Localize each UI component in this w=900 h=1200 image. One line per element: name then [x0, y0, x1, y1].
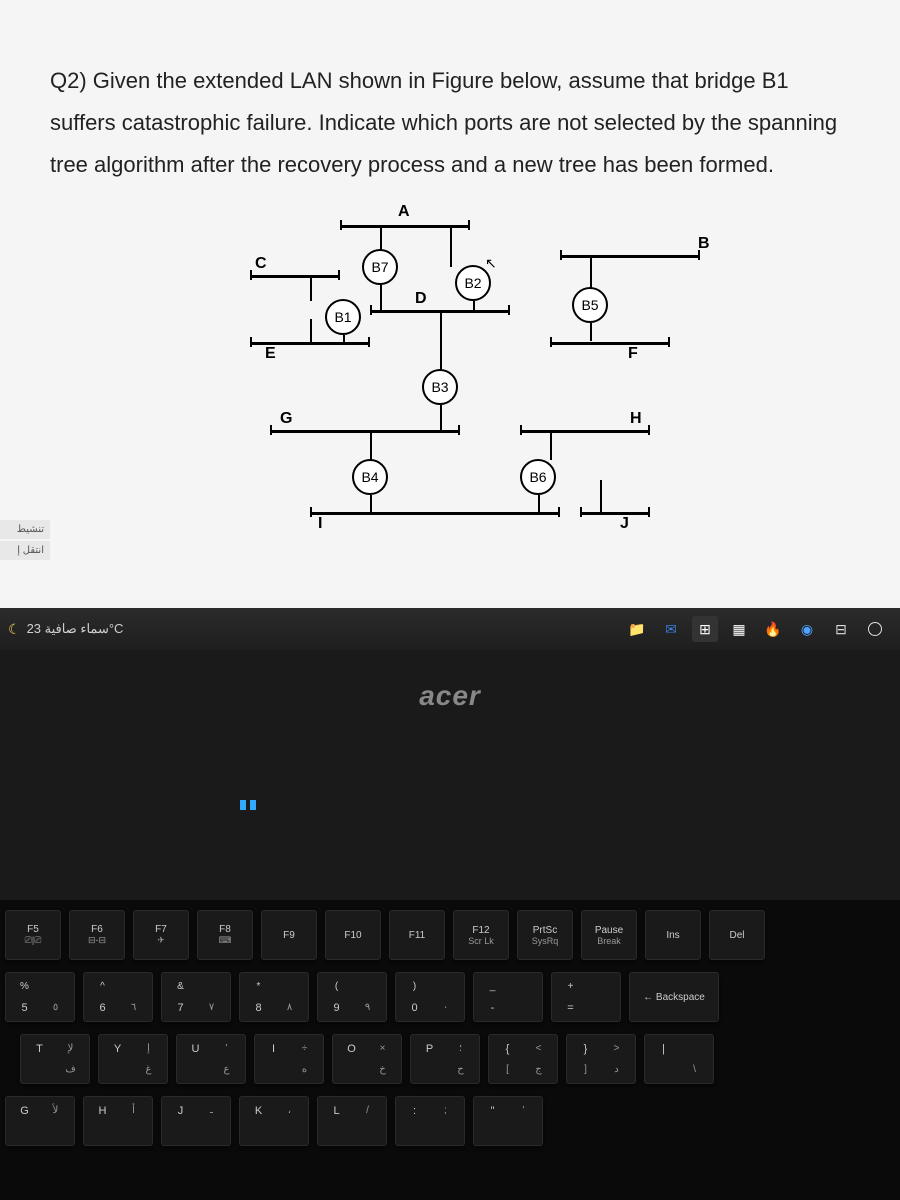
windows-taskbar[interactable]: ☾ سماء صافية 23°C 📁 ✉ ⊞ ▦ 🔥 ◉ ⊟: [0, 608, 900, 650]
key-pause[interactable]: PauseBreak: [581, 910, 637, 960]
key--[interactable]: _-: [473, 972, 543, 1022]
segment-label-f: F: [628, 345, 638, 363]
bridge-b1: B1: [325, 299, 361, 335]
app-icon[interactable]: ▦: [726, 616, 752, 642]
question-text: Q2) Given the extended LAN shown in Figu…: [50, 60, 850, 185]
key-i[interactable]: I÷ه: [254, 1034, 324, 1084]
segment-label-i: I: [318, 515, 322, 533]
task-view-icon[interactable]: ⊟: [828, 616, 854, 642]
key-ins[interactable]: Ins: [645, 910, 701, 960]
key-t[interactable]: Tلإف: [20, 1034, 90, 1084]
firefox-icon[interactable]: 🔥: [760, 616, 786, 642]
segment-label-a: A: [398, 203, 410, 221]
key-f7[interactable]: F7✈: [133, 910, 189, 960]
moon-icon: ☾: [8, 621, 21, 638]
lan-segment-c: [250, 275, 340, 278]
file-explorer-icon[interactable]: 📁: [624, 616, 650, 642]
segment-label-b: B: [698, 235, 710, 253]
key-5[interactable]: %5٥: [5, 972, 75, 1022]
segment-label-h: H: [630, 410, 642, 428]
key-del[interactable]: Del: [709, 910, 765, 960]
key-"[interactable]: "': [473, 1096, 543, 1146]
lan-segment-b: [560, 255, 700, 258]
key-k[interactable]: K،: [239, 1096, 309, 1146]
mouse-cursor: ↖: [485, 255, 497, 272]
key-g[interactable]: Gلأ: [5, 1096, 75, 1146]
key-{[interactable]: {<[ج: [488, 1034, 558, 1084]
key-backspace[interactable]: ← Backspace: [629, 972, 719, 1022]
segment-label-c: C: [255, 255, 267, 273]
key-f10[interactable]: F10: [325, 910, 381, 960]
bridge-b6: B6: [520, 459, 556, 495]
key-o[interactable]: O×خ: [332, 1034, 402, 1084]
keyboard: F5⎚|⎚F6⊟-⊟F7✈F8⌨F9F10F11F12Scr LkPrtScSy…: [0, 900, 900, 1200]
power-indicator: [240, 800, 256, 810]
lan-segment-g: [270, 430, 460, 433]
lan-segment-h: [520, 430, 650, 433]
lan-segment-i: [310, 512, 560, 515]
key-|[interactable]: |\: [644, 1034, 714, 1084]
key-f11[interactable]: F11: [389, 910, 445, 960]
sidebar-tab-1[interactable]: تنشيط: [0, 520, 50, 539]
document-screen: Q2) Given the extended LAN shown in Figu…: [0, 0, 900, 650]
segment-label-e: E: [265, 345, 276, 363]
key-y[interactable]: Yإغ: [98, 1034, 168, 1084]
network-diagram: A B B7 B2 ↖ B5 C D B1: [150, 215, 750, 565]
store-icon[interactable]: ⊞: [692, 616, 718, 642]
key-f5[interactable]: F5⎚|⎚: [5, 910, 61, 960]
key-0[interactable]: )0٠: [395, 972, 465, 1022]
key-6[interactable]: ^6٦: [83, 972, 153, 1022]
key-u[interactable]: U'ع: [176, 1034, 246, 1084]
key-l[interactable]: L/: [317, 1096, 387, 1146]
key-:[interactable]: :;: [395, 1096, 465, 1146]
key-f8[interactable]: F8⌨: [197, 910, 253, 960]
key-h[interactable]: Hأ: [83, 1096, 153, 1146]
bridge-b3: B3: [422, 369, 458, 405]
sidebar-tab-2[interactable]: انتقل إ: [0, 541, 50, 560]
bridge-b4: B4: [352, 459, 388, 495]
acer-logo: acer: [419, 680, 481, 712]
segment-label-g: G: [280, 410, 292, 428]
key-f6[interactable]: F6⊟-⊟: [69, 910, 125, 960]
weather-text: سماء صافية 23°C: [27, 621, 124, 637]
lan-segment-j: [580, 512, 650, 515]
mail-icon[interactable]: ✉: [658, 616, 684, 642]
cortana-icon[interactable]: [862, 616, 888, 642]
weather-widget[interactable]: ☾ سماء صافية 23°C: [8, 621, 123, 638]
key-f12[interactable]: F12Scr Lk: [453, 910, 509, 960]
key-f9[interactable]: F9: [261, 910, 317, 960]
sidebar-tabs: تنشيط انتقل إ: [0, 520, 50, 562]
key-j[interactable]: Jـ: [161, 1096, 231, 1146]
key-prtsc[interactable]: PrtScSysRq: [517, 910, 573, 960]
key-8[interactable]: *8٨: [239, 972, 309, 1022]
key-=[interactable]: +=: [551, 972, 621, 1022]
key-p[interactable]: P؛ح: [410, 1034, 480, 1084]
segment-label-d: D: [415, 290, 427, 308]
key-}[interactable]: }>]د: [566, 1034, 636, 1084]
key-9[interactable]: (9٩: [317, 972, 387, 1022]
segment-label-j: J: [620, 515, 629, 533]
bridge-b5: B5: [572, 287, 608, 323]
key-7[interactable]: &7٧: [161, 972, 231, 1022]
lan-segment-f: [550, 342, 670, 345]
edge-icon[interactable]: ◉: [794, 616, 820, 642]
bridge-b7: B7: [362, 249, 398, 285]
